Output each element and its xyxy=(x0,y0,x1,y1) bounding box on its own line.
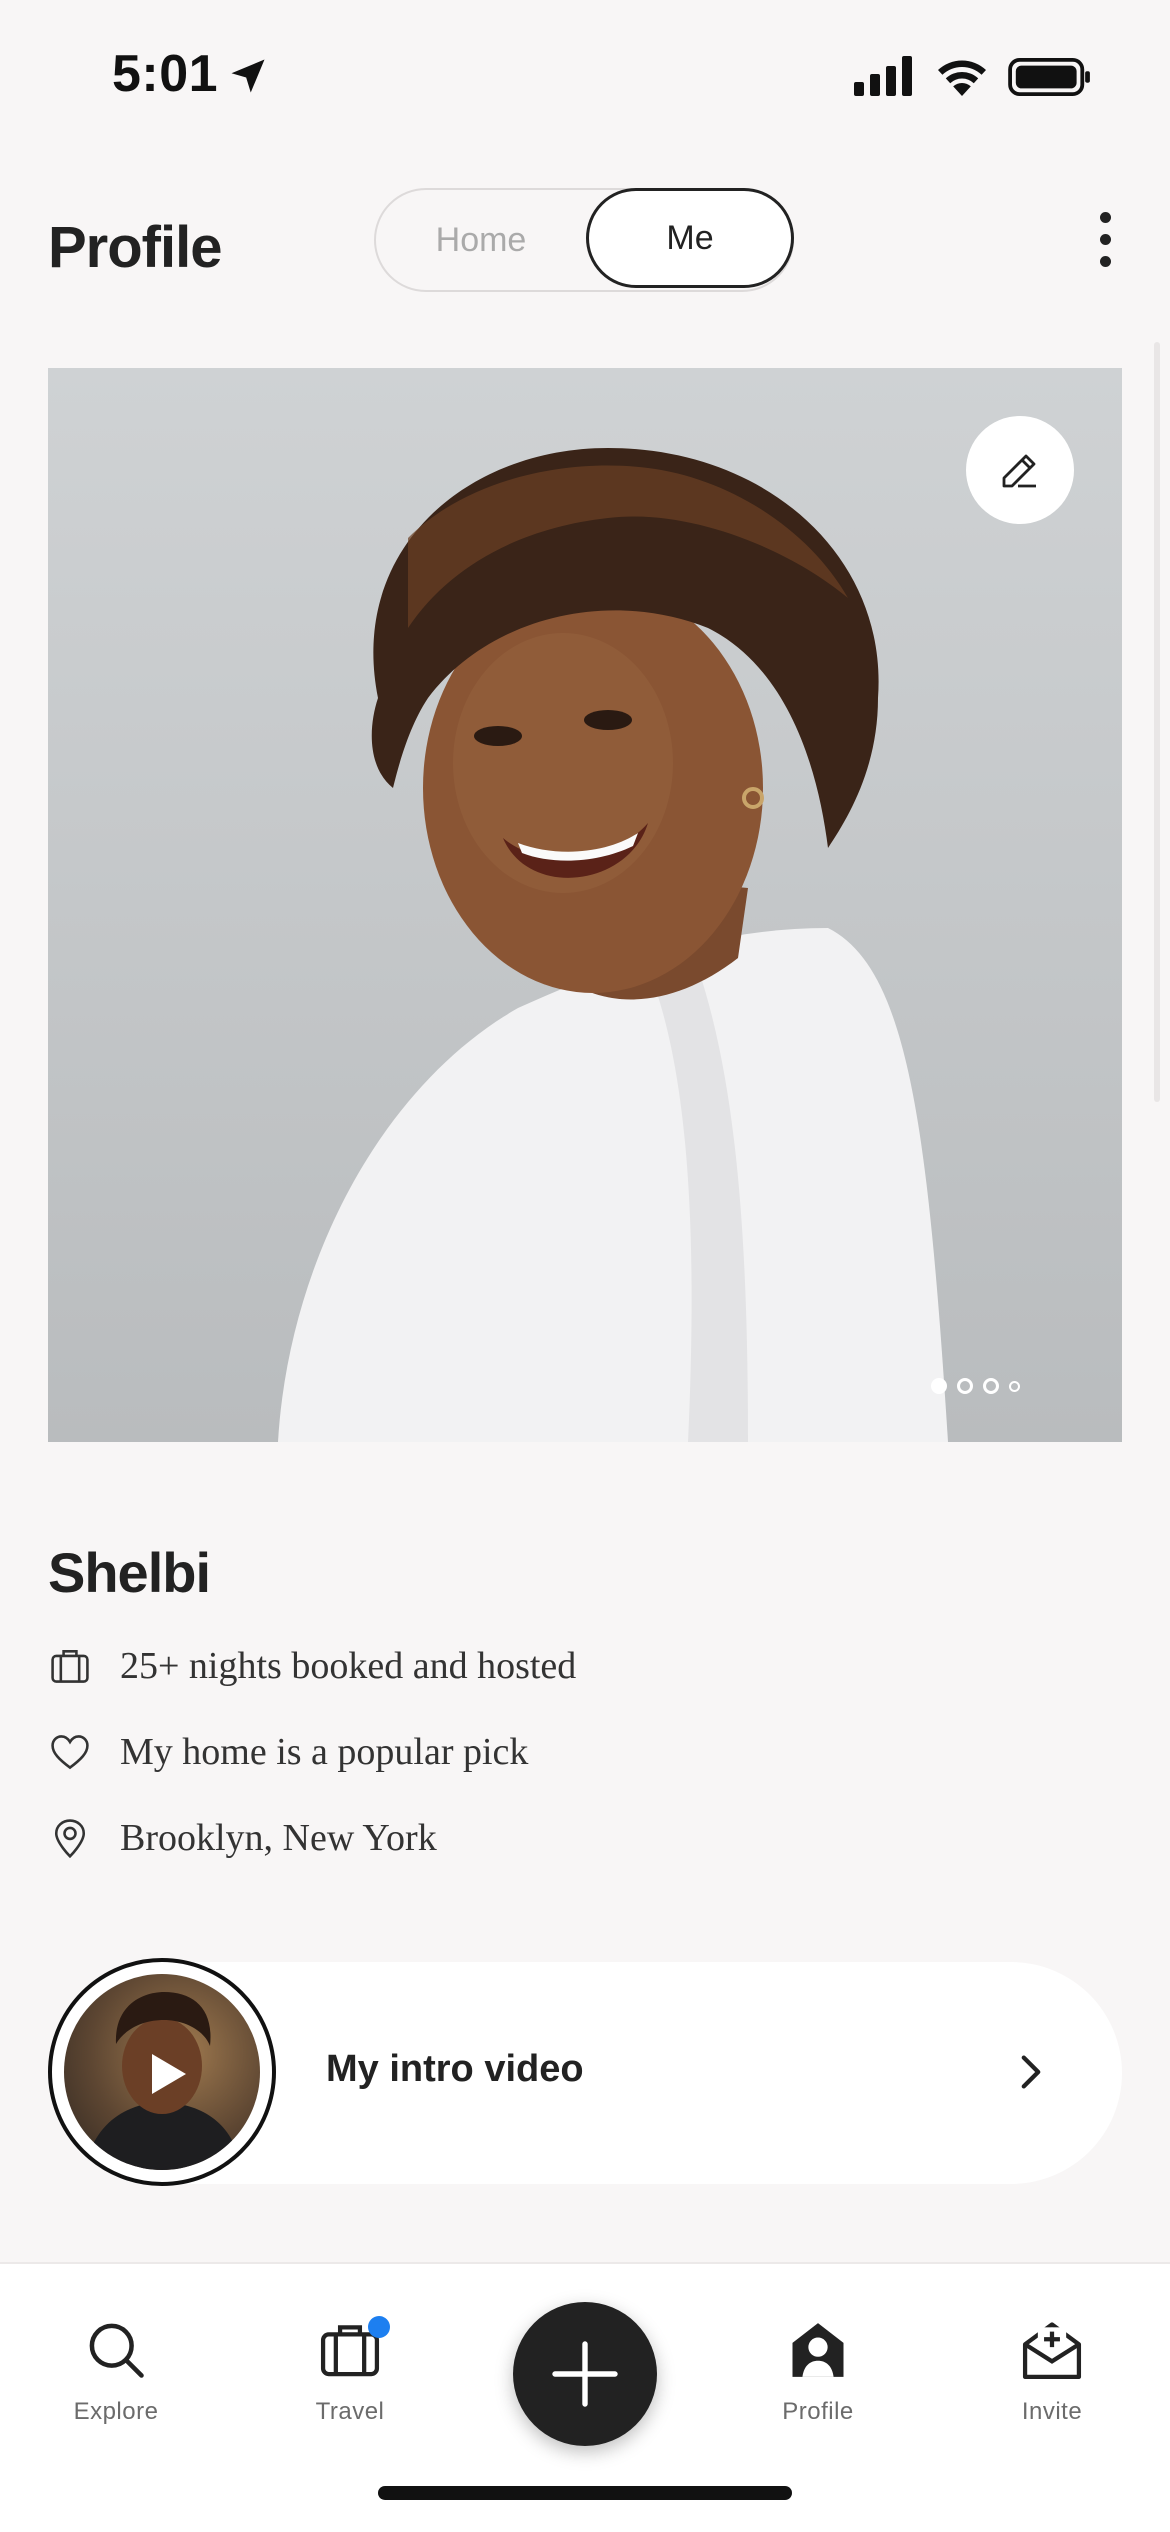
page-title: Profile xyxy=(48,215,222,280)
edit-photo-button[interactable] xyxy=(966,416,1074,524)
tab-home[interactable]: Home xyxy=(376,190,586,290)
fact-text: My home is a popular pick xyxy=(120,1731,529,1773)
plus-icon xyxy=(552,2341,618,2407)
search-icon xyxy=(89,2323,144,2378)
page-dot xyxy=(983,1378,999,1394)
heart-icon xyxy=(51,1735,89,1770)
tab-profile[interactable]: Profile xyxy=(728,2316,908,2426)
tab-invite[interactable]: Invite xyxy=(962,2316,1142,2426)
pencil-icon xyxy=(1002,454,1036,488)
add-button[interactable] xyxy=(513,2302,657,2446)
fact-location: Brooklyn, New York xyxy=(48,1808,437,1868)
status-time: 5:01 xyxy=(112,45,219,103)
home-indicator xyxy=(378,2486,792,2500)
home-me-toggle: Home Me xyxy=(374,188,794,292)
wifi-icon xyxy=(938,60,986,96)
tab-me[interactable]: Me xyxy=(586,188,794,288)
person-house-icon xyxy=(792,2323,844,2377)
location-pin-icon xyxy=(54,1819,86,1859)
tab-label: Profile xyxy=(782,2398,854,2425)
cellular-signal-icon xyxy=(854,56,912,96)
video-preview xyxy=(64,1974,260,2170)
status-bar: 5:01 xyxy=(0,0,1170,150)
photo-page-indicator xyxy=(931,1376,1020,1396)
page-dot xyxy=(957,1378,973,1394)
fact-text: Brooklyn, New York xyxy=(120,1817,437,1859)
more-options-icon[interactable] xyxy=(1090,212,1120,268)
profile-photo[interactable] xyxy=(48,368,1122,1442)
location-arrow-icon xyxy=(231,59,265,93)
suitcase-icon xyxy=(51,1650,89,1683)
tab-label: Travel xyxy=(315,2398,385,2425)
fact-text: 25+ nights booked and hosted xyxy=(120,1645,577,1687)
fact-popular: My home is a popular pick xyxy=(48,1722,528,1782)
scrollbar xyxy=(1154,342,1160,1102)
page-dot xyxy=(1009,1380,1020,1392)
battery-icon xyxy=(1008,58,1090,96)
page-dot xyxy=(931,1378,947,1394)
chevron-right-icon xyxy=(1021,2055,1041,2089)
fact-nights: 25+ nights booked and hosted xyxy=(48,1636,576,1696)
envelope-plus-icon xyxy=(1022,2322,1082,2380)
tab-travel[interactable]: Travel xyxy=(260,2316,440,2426)
intro-video-label: My intro video xyxy=(326,2048,584,2090)
play-icon xyxy=(152,2054,186,2094)
tab-explore[interactable]: Explore xyxy=(26,2316,206,2426)
intro-video-thumbnail[interactable] xyxy=(48,1958,276,2186)
notification-badge xyxy=(368,2316,390,2338)
tab-label: Explore xyxy=(73,2398,159,2425)
profile-name: Shelbi xyxy=(48,1541,211,1604)
person-portrait xyxy=(278,448,948,1442)
tab-label: Invite xyxy=(1021,2398,1083,2425)
